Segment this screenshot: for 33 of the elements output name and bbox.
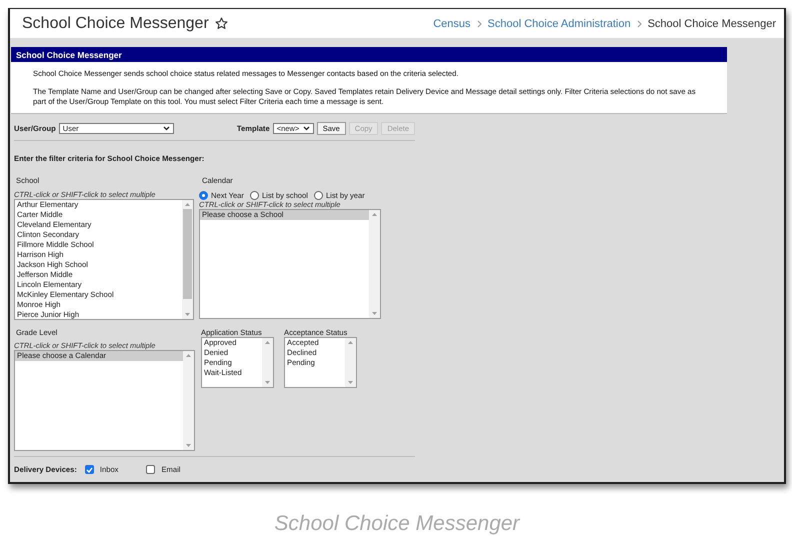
scroll-up-icon[interactable]: [186, 354, 191, 357]
scroll-down-icon[interactable]: [372, 312, 377, 315]
checkbox[interactable]: [84, 465, 94, 474]
scroll-up-icon[interactable]: [185, 203, 190, 206]
chevron-right-icon: [636, 20, 642, 28]
scroll-down-icon[interactable]: [185, 313, 190, 316]
scroll-down-icon[interactable]: [348, 381, 353, 384]
page-title: School Choice Messenger: [22, 14, 209, 32]
image-caption: School Choice Messenger: [273, 512, 522, 536]
checkbox[interactable]: [146, 465, 156, 474]
chevron-down-icon: [302, 126, 310, 131]
scroll-up-icon[interactable]: [372, 213, 377, 216]
scrollbar[interactable]: [345, 338, 356, 387]
scrollbar-thumb[interactable]: [183, 209, 192, 299]
radio-button[interactable]: [250, 191, 259, 200]
scrollbar[interactable]: [182, 200, 193, 319]
scroll-up-icon[interactable]: [348, 341, 353, 344]
scrollbar[interactable]: [369, 210, 380, 318]
radio-button[interactable]: [314, 191, 323, 200]
radio-button[interactable]: [199, 191, 208, 200]
scrollbar[interactable]: [262, 338, 273, 387]
chevron-right-icon: [476, 20, 482, 28]
current-page-label: School Choice Messenger: [648, 18, 776, 30]
scroll-up-icon[interactable]: [265, 341, 270, 344]
scrollbar[interactable]: [183, 351, 194, 450]
panel-title: School Choice Messenger: [11, 47, 727, 62]
school-list[interactable]: [14, 199, 194, 320]
chevron-down-icon: [162, 126, 170, 131]
scroll-down-icon[interactable]: [186, 444, 191, 447]
scroll-down-icon[interactable]: [265, 381, 270, 384]
star-icon[interactable]: [214, 17, 228, 30]
breadcrumb-link[interactable]: Census: [433, 18, 471, 30]
breadcrumb-link[interactable]: School Choice Administration: [488, 18, 631, 30]
